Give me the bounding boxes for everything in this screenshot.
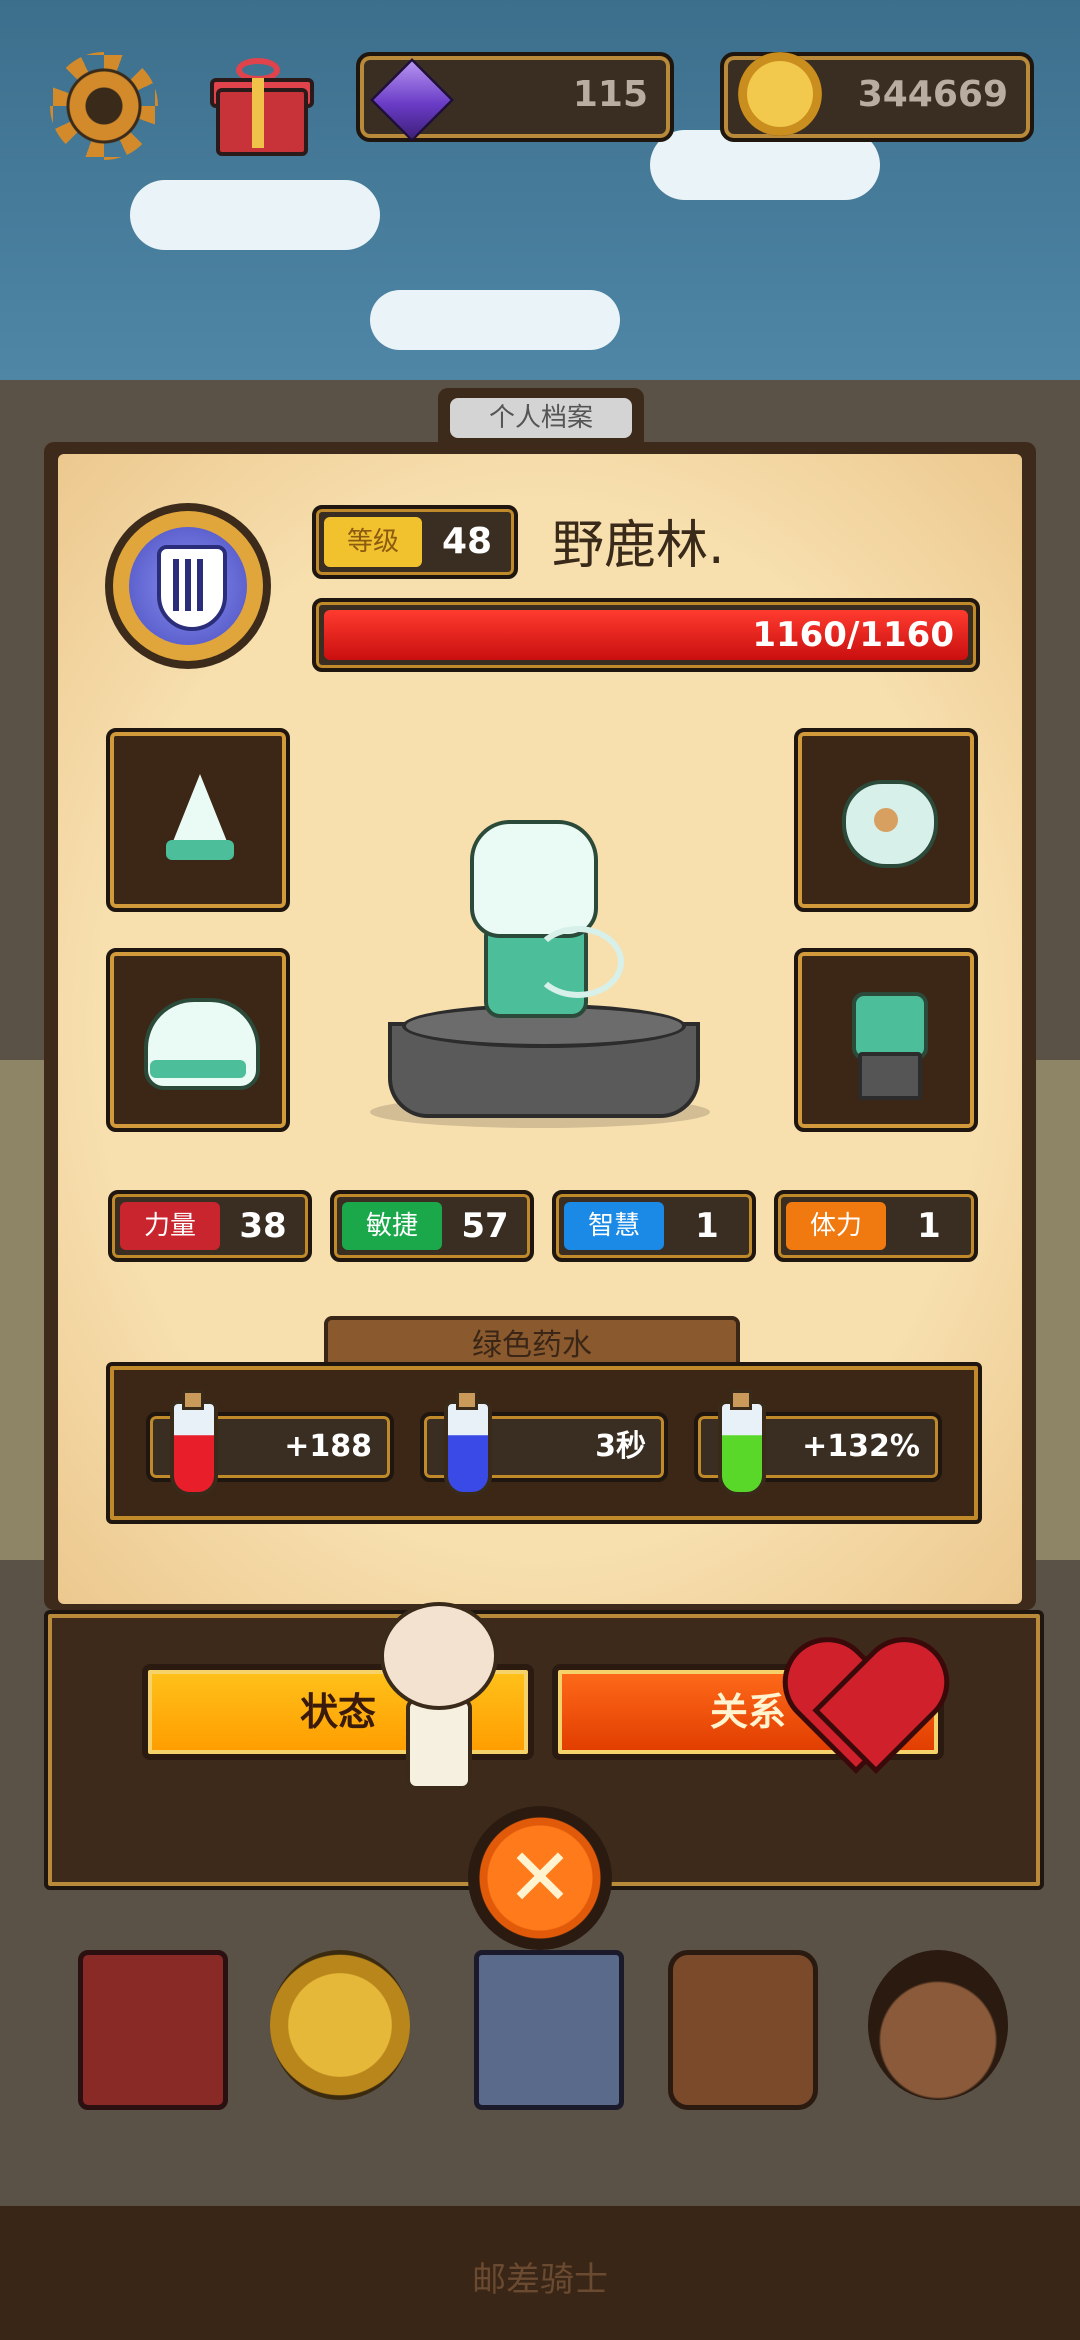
gem-icon: [370, 58, 454, 142]
shield-sword-icon: [157, 545, 227, 631]
stat-label: 敏捷: [342, 1202, 442, 1250]
player-name: 野鹿林.: [552, 516, 725, 576]
stat-wisdom: 智慧 1: [552, 1190, 756, 1262]
spearhead-icon: [172, 774, 228, 844]
settings-gear-icon[interactable]: [50, 52, 158, 160]
equip-slot-helmet[interactable]: [106, 948, 290, 1132]
profile-tab-label: 个人档案: [450, 398, 632, 438]
hero-crossbow: [532, 926, 624, 998]
journal-book-icon[interactable]: [78, 1950, 228, 2110]
gift-icon[interactable]: [210, 58, 314, 156]
potion-value: +132%: [802, 1429, 920, 1464]
coin-counter[interactable]: 344669: [720, 52, 1034, 142]
companion-character: [380, 1602, 498, 1790]
red-potion-heart-icon: [170, 1390, 218, 1496]
coin-icon: [738, 52, 822, 136]
stat-value: 57: [461, 1206, 509, 1246]
companion-body: [406, 1698, 472, 1790]
stat-label: 智慧: [564, 1202, 664, 1250]
level-badge: 等级 48: [312, 505, 518, 579]
companion-head: [380, 1602, 498, 1710]
hp-bar: 1160/1160: [312, 598, 980, 672]
stat-label: 力量: [120, 1202, 220, 1250]
potion-value: 3秒: [595, 1429, 646, 1464]
stat-value: 1: [695, 1206, 719, 1246]
hero-character[interactable]: [470, 820, 598, 938]
level-label: 等级: [324, 517, 422, 567]
treasure-sack-icon[interactable]: [868, 1950, 1008, 2100]
equip-slot-amulet[interactable]: [794, 728, 978, 912]
stat-value: 1: [917, 1206, 941, 1246]
stat-stamina: 体力 1: [774, 1190, 978, 1262]
profile-tab: 个人档案: [438, 388, 644, 446]
guild-emblem[interactable]: [105, 503, 271, 669]
stat-strength: 力量 38: [108, 1190, 312, 1262]
gem-count: 115: [572, 74, 648, 115]
close-button[interactable]: ✕: [468, 1806, 612, 1950]
emblem-core: [129, 527, 247, 645]
amulet-gem: [874, 808, 898, 832]
cloud: [130, 180, 380, 250]
stat-value: 38: [239, 1206, 287, 1246]
armor-icon: [852, 992, 928, 1060]
armor-legs: [858, 1052, 922, 1100]
coin-count: 344669: [857, 74, 1008, 115]
inventory-bag-icon[interactable]: [668, 1950, 818, 2110]
close-icon: ✕: [506, 1831, 574, 1924]
stat-agility: 敏捷 57: [330, 1190, 534, 1262]
green-potion-boost-icon: [718, 1390, 766, 1496]
cloud: [370, 290, 620, 350]
potion-value: +188: [284, 1429, 372, 1464]
stat-label: 体力: [786, 1202, 886, 1250]
equip-slot-weapon[interactable]: [106, 728, 290, 912]
star-coin-icon[interactable]: [270, 1950, 410, 2100]
weapon-guard: [166, 840, 234, 860]
level-value: 48: [441, 521, 493, 562]
hp-text: 1160/1160: [752, 615, 954, 655]
gem-counter[interactable]: 115: [356, 52, 674, 142]
equip-slot-armor[interactable]: [794, 948, 978, 1132]
heart-icon: [786, 1644, 936, 1774]
emblem-ring: [113, 511, 263, 661]
helmet-band: [150, 1060, 246, 1078]
footer-title: 邮差骑士: [472, 2260, 608, 2300]
gift-ribbon: [252, 78, 264, 148]
cards-deck-icon[interactable]: [474, 1950, 624, 2110]
blue-potion-hourglass-icon: [444, 1390, 492, 1496]
